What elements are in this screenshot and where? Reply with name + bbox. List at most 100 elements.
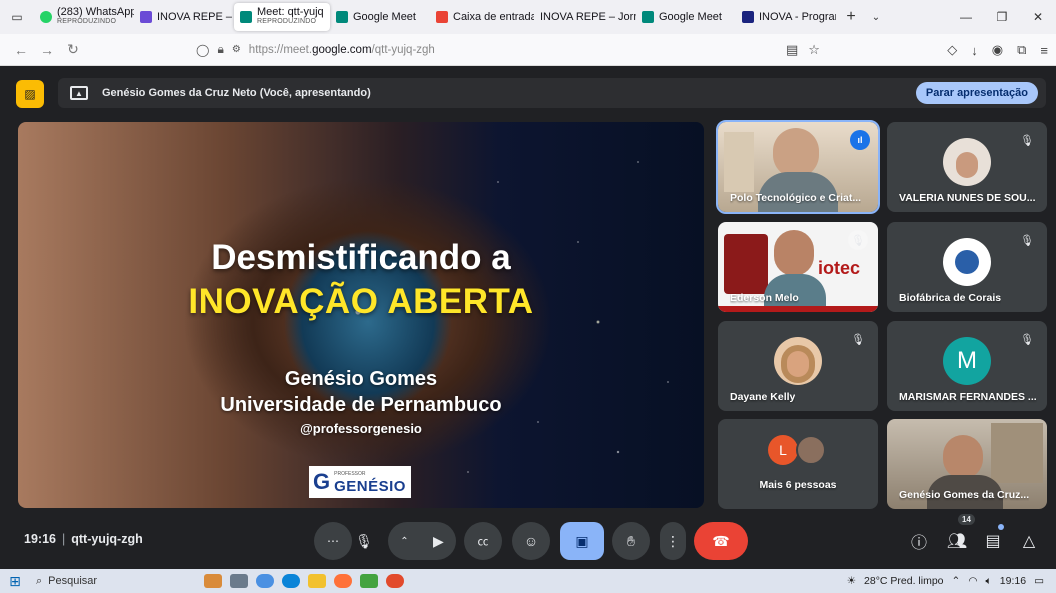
bookmark-star-icon[interactable]: ☆ <box>808 42 820 58</box>
tab-title: (283) WhatsApp <box>57 6 134 18</box>
close-window-icon[interactable]: ✕ <box>1020 0 1056 34</box>
people-icon[interactable]: 👥︎ <box>944 528 970 554</box>
app-icon[interactable] <box>386 574 404 588</box>
account-icon[interactable]: ◉ <box>992 42 1003 58</box>
tab-inova-repe[interactable]: INOVA REPE – Jo <box>134 3 234 31</box>
widgets-icon[interactable] <box>204 574 222 588</box>
chat-notification-dot <box>998 524 1004 530</box>
participant-tile-biofabrica[interactable]: 🎙︎ Biofábrica de Corais <box>887 222 1047 312</box>
chrome-icon[interactable] <box>256 574 274 588</box>
tab-whatsapp[interactable]: (283) WhatsApp REPRODUZINDO <box>34 3 134 31</box>
stop-presenting-button[interactable]: Parar apresentação <box>915 82 1038 104</box>
wifi-icon[interactable]: ◠ <box>968 575 977 587</box>
captions-icon: ㏄ <box>477 536 489 548</box>
camera-button-group[interactable]: ⌃ ▶ <box>388 522 456 560</box>
participant-name: Genésio Gomes da Cruz... <box>899 489 1030 501</box>
meeting-time: 19:16 <box>24 532 56 546</box>
slide-university: Universidade de Pernambuco <box>220 394 502 416</box>
camera-icon[interactable]: ▶ <box>433 533 444 550</box>
url-domain: google.com <box>312 43 372 56</box>
participant-tile-dayane[interactable]: 🎙︎ Dayane Kelly <box>718 321 878 411</box>
participant-name: Polo Tecnológico e Criat... <box>730 192 862 204</box>
participant-face <box>773 128 819 178</box>
pocket-icon[interactable]: ◇ <box>947 42 957 58</box>
tab-gmail[interactable]: Caixa de entrada <box>430 3 534 31</box>
participant-tile-genesio[interactable]: Genésio Gomes da Cruz... <box>887 419 1047 509</box>
weather-icon: ☀ <box>846 575 857 587</box>
tab-inova-jornada[interactable]: INOVA REPE – Jornad <box>534 3 636 31</box>
present-screen-icon: ▣ <box>575 532 589 549</box>
weather-text[interactable]: 28°C Pred. limpo <box>864 575 943 587</box>
meeting-details-icon[interactable]: ⓘ <box>906 528 932 554</box>
system-tray: ☀ 28°C Pred. limpo ⌃ ◠ 🔈︎ 19:16 ▭ <box>847 569 1044 593</box>
mic-off-icon: 🎙︎ <box>1020 234 1034 247</box>
firefox-icon[interactable] <box>334 574 352 588</box>
more-effects-button[interactable]: ⋯ <box>314 522 352 560</box>
taskbar-clock[interactable]: 19:16 <box>1000 575 1026 587</box>
teams-icon <box>140 11 152 23</box>
minimize-icon[interactable]: — <box>948 0 984 34</box>
url-bar[interactable]: ◯ 🔒︎ ⚙ https://meet.google.com/qtt-yujq-… <box>196 38 435 62</box>
menu-icon[interactable]: ≡ <box>1040 43 1048 58</box>
edge-icon[interactable] <box>282 574 300 588</box>
participant-name: Biofábrica de Corais <box>899 292 1002 304</box>
notifications-icon[interactable]: ▭ <box>1034 575 1044 587</box>
url-prefix: https://meet. <box>248 43 313 56</box>
meeting-info: 19:16 | qtt-yujq-zgh <box>24 532 143 546</box>
presenting-text: Genésio Gomes da Cruz Neto (Você, aprese… <box>102 87 371 99</box>
participant-tile-marismar[interactable]: 🎙︎ M MARISMAR FERNANDES ... <box>887 321 1047 411</box>
tab-list-icon[interactable]: ▭ <box>0 0 34 34</box>
store-icon[interactable] <box>360 574 378 588</box>
browser-tab-bar: ▭ (283) WhatsApp REPRODUZINDO INOVA REPE … <box>0 0 1056 34</box>
forward-icon[interactable]: → <box>34 42 60 58</box>
search-placeholder: Pesquisar <box>48 575 98 587</box>
mic-button[interactable]: 🎙︎ <box>348 522 380 560</box>
chat-icon[interactable]: ▤ <box>980 528 1006 554</box>
task-view-icon[interactable] <box>230 574 248 588</box>
participant-name: MARISMAR FERNANDES ... <box>899 391 1037 403</box>
professor-genesio-logo: G PROFESSOR GENÉSIO <box>309 466 411 498</box>
hang-up-icon: ☎ <box>712 532 730 549</box>
camera-off-icon[interactable]: ▨ <box>16 80 44 108</box>
avatar-face <box>956 152 978 178</box>
raise-hand-button[interactable]: ✋︎ <box>612 522 650 560</box>
activities-icon[interactable]: △ <box>1016 528 1042 554</box>
back-icon[interactable]: ← <box>8 42 34 58</box>
tab-google-meet-2[interactable]: Google Meet <box>636 3 736 31</box>
meeting-controls: 19:16 | qtt-yujq-zgh ⋯ 🎙︎ ⌃ ▶ ㏄ ☺ ▣ ✋︎ ⋮ ☎… <box>0 514 1056 564</box>
tab-google-meet[interactable]: Google Meet <box>330 3 430 31</box>
chevron-up-icon[interactable]: ⌃ <box>400 536 408 547</box>
shield-icon: ◯ <box>196 42 210 57</box>
tab-list-chevron-icon[interactable]: ⌄ <box>866 12 886 23</box>
downloads-icon[interactable]: ↓ <box>971 43 978 58</box>
reload-icon[interactable]: ↻ <box>60 41 86 58</box>
tab-meet-active[interactable]: Meet: qtt-yujqREPRODUZINDO ✕ <box>234 3 330 31</box>
permissions-icon[interactable]: ⚙ <box>232 44 241 55</box>
mic-off-icon: 🎙︎ <box>851 333 865 346</box>
participant-tile-valeria[interactable]: 🎙︎ VALERIA NUNES DE SOU... <box>887 122 1047 212</box>
tab-title: INOVA REPE – Jo <box>157 11 234 23</box>
tab-title: Google Meet <box>659 11 722 23</box>
toolbar-right: ◇ ↓ ◉ ⧉ ≡ <box>947 34 1048 66</box>
reader-view-icon[interactable]: ▤ <box>786 42 798 58</box>
restore-icon[interactable]: ❐ <box>984 0 1020 34</box>
file-explorer-icon[interactable] <box>308 574 326 588</box>
participant-tile-polo[interactable]: ıl Polo Tecnológico e Criat... <box>716 120 880 214</box>
volume-icon[interactable]: 🔈︎ <box>985 575 991 588</box>
participant-tile-ederson[interactable]: iotec 🎙︎ Ederson Melo <box>718 222 878 312</box>
present-button[interactable]: ▣ <box>560 522 604 560</box>
more-options-button[interactable]: ⋮ <box>660 522 686 560</box>
taskbar-search[interactable]: ⌕ Pesquisar <box>30 571 140 591</box>
windows-start-icon[interactable]: ⊞ <box>0 573 30 590</box>
new-tab-button[interactable]: + <box>836 8 866 26</box>
extensions-icon[interactable]: ⧉ <box>1017 42 1026 58</box>
participant-name: Dayane Kelly <box>730 391 796 403</box>
participant-tile-more[interactable]: L Mais 6 pessoas <box>718 419 878 509</box>
captions-button[interactable]: ㏄ <box>464 522 502 560</box>
avatar <box>943 238 991 286</box>
emoji-button[interactable]: ☺ <box>512 522 550 560</box>
tab-inova-program[interactable]: INOVA - Program <box>736 3 836 31</box>
tray-chevron-icon[interactable]: ⌃ <box>952 575 961 587</box>
leave-call-button[interactable]: ☎ <box>694 522 748 560</box>
url-text[interactable]: https://meet.google.com/qtt-yujq-zgh <box>249 44 435 56</box>
